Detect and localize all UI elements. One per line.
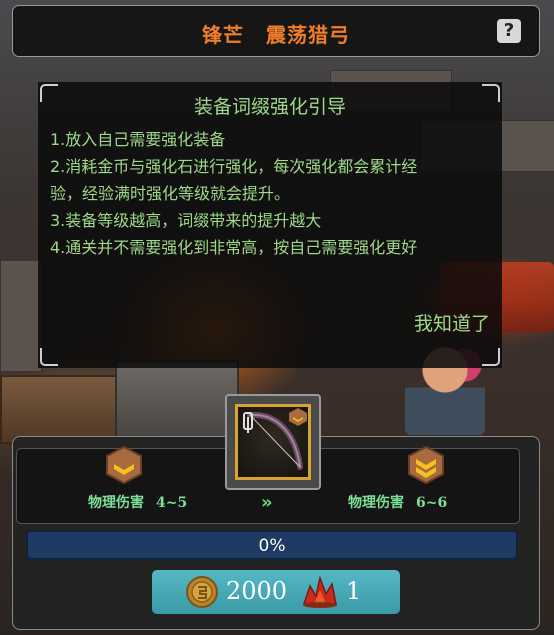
corner-bracket [40,348,58,366]
guide-line: 1.放入自己需要强化装备 [50,130,226,149]
guide-line: 验，经验满时强化等级就会提升。 [50,184,291,203]
next-stat-value: 6~6 [416,495,448,511]
guide-text: 1.放入自己需要强化装备 2.消耗金币与强化石进行强化，每次强化都会累计经 验，… [50,126,490,261]
level-2-badge-icon [408,446,444,484]
next-stat-label: 物理伤害 [348,495,404,511]
guide-dialog: 装备词缀强化引导 1.放入自己需要强化装备 2.消耗金币与强化石进行强化，每次强… [38,82,502,368]
item-title-name: 震荡猎弓 [266,23,350,47]
enhance-stone-icon [302,575,337,608]
level-1-badge-icon [106,446,142,484]
current-stat: 物理伤害 4~5 [88,492,187,512]
acknowledge-button[interactable]: 我知道了 [414,309,490,336]
equipment-slot[interactable] [225,394,321,490]
next-stat: 物理伤害 6~6 [348,492,447,512]
guide-line: 4.通关并不需要强化到非常高，按自己需要强化更好 [50,238,418,257]
experience-progress-bar: 0% [26,530,518,560]
scene-brick [0,260,42,372]
current-stat-value: 4~5 [156,495,188,511]
gold-cost: 2000 [226,577,288,605]
guide-line: 3.装备等级越高，词缀带来的提升越大 [50,211,322,230]
guide-line: 2.消耗金币与强化石进行强化，每次强化都会累计经 [50,157,418,176]
help-button[interactable]: ? [497,19,521,43]
enhance-button[interactable]: 2000 1 [152,570,400,614]
stone-cost: 1 [346,577,362,605]
guide-heading: 装备词缀强化引导 [193,96,346,118]
title-bar: 锋芒 震荡猎弓 ? [12,5,540,57]
progress-text: 0% [258,536,286,556]
item-tier-badge-icon [289,408,307,426]
scene-crate [0,375,119,444]
help-icon: ? [503,20,515,41]
item-frame [235,404,311,480]
double-arrow-icon: » [261,492,272,513]
corner-bracket [482,348,500,366]
gold-coin-icon [186,576,218,608]
scene-anvil [115,360,239,439]
item-title-prefix: 锋芒 [202,23,244,47]
current-stat-label: 物理伤害 [88,495,144,511]
item-title: 锋芒 震荡猎弓 [13,19,539,48]
